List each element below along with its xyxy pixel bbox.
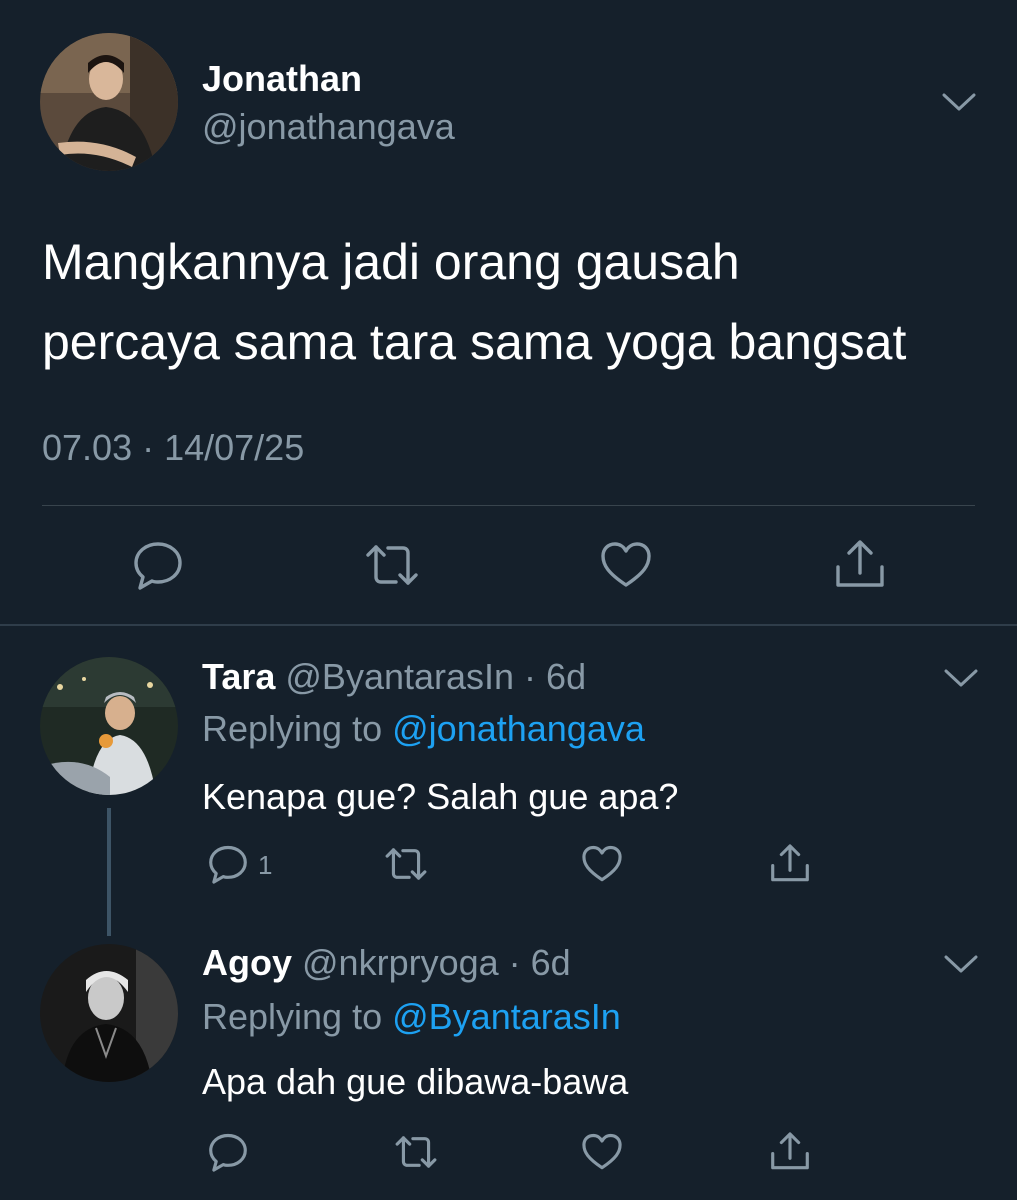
- section-divider: [0, 624, 1017, 626]
- replying-to: Replying to @jonathangava: [202, 708, 645, 750]
- tweet-timestamp: 07.03 · 14/07/25: [42, 427, 305, 468]
- tweet-text-line-2: percaya sama tara sama yoga bangsat: [42, 314, 907, 370]
- author-handle[interactable]: @jonathangava: [202, 106, 455, 148]
- tweet-text-line-1: Mangkannya jadi orang gausah: [42, 234, 740, 290]
- reply-author-name[interactable]: Tara: [202, 656, 275, 697]
- share-icon[interactable]: [768, 842, 812, 886]
- chevron-down-icon[interactable]: [942, 92, 976, 112]
- replying-to-label: Replying to: [202, 708, 383, 749]
- reply-author-handle[interactable]: @ByantarasIn: [285, 656, 514, 697]
- reply-header: Tara @ByantarasIn · 6d: [202, 656, 586, 698]
- tweet-text: Mangkannya jadi orang gausah percaya sam…: [42, 222, 992, 382]
- replying-to: Replying to @ByantarasIn: [202, 996, 621, 1038]
- reply-icon[interactable]: [206, 842, 250, 886]
- reply-author-name[interactable]: Agoy: [202, 942, 292, 983]
- chevron-down-icon[interactable]: [944, 954, 978, 974]
- like-icon[interactable]: [580, 842, 624, 886]
- share-icon[interactable]: [832, 537, 888, 593]
- reply-icon[interactable]: [206, 1130, 250, 1174]
- avatar-tara[interactable]: [40, 657, 178, 795]
- avatar-agoy[interactable]: [40, 944, 178, 1082]
- reply-header: Agoy @nkrpryoga · 6d: [202, 942, 571, 984]
- thread-line: [107, 808, 111, 936]
- separator-dot: ·: [514, 656, 547, 697]
- share-icon[interactable]: [768, 1130, 812, 1174]
- separator-dot: ·: [498, 942, 531, 983]
- like-icon[interactable]: [580, 1130, 624, 1174]
- like-icon[interactable]: [598, 537, 654, 593]
- retweet-icon[interactable]: [394, 1130, 438, 1174]
- reply-text: Apa dah gue dibawa-bawa: [202, 1061, 629, 1102]
- chevron-down-icon[interactable]: [944, 668, 978, 688]
- avatar-jonathan[interactable]: [40, 33, 178, 171]
- retweet-icon[interactable]: [384, 842, 428, 886]
- reply-time: 6d: [546, 656, 587, 697]
- replying-to-label: Replying to: [202, 996, 383, 1037]
- reply-text: Kenapa gue? Salah gue apa?: [202, 776, 679, 817]
- author-name[interactable]: Jonathan: [202, 58, 362, 100]
- reply-author-handle[interactable]: @nkrpryoga: [302, 942, 499, 983]
- replying-to-link[interactable]: @ByantarasIn: [392, 996, 621, 1037]
- reply-count: 1: [258, 850, 273, 880]
- divider: [42, 505, 975, 506]
- replying-to-link[interactable]: @jonathangava: [392, 708, 645, 749]
- reply-time: 6d: [530, 942, 571, 983]
- retweet-icon[interactable]: [364, 537, 420, 593]
- reply-icon[interactable]: [130, 537, 186, 593]
